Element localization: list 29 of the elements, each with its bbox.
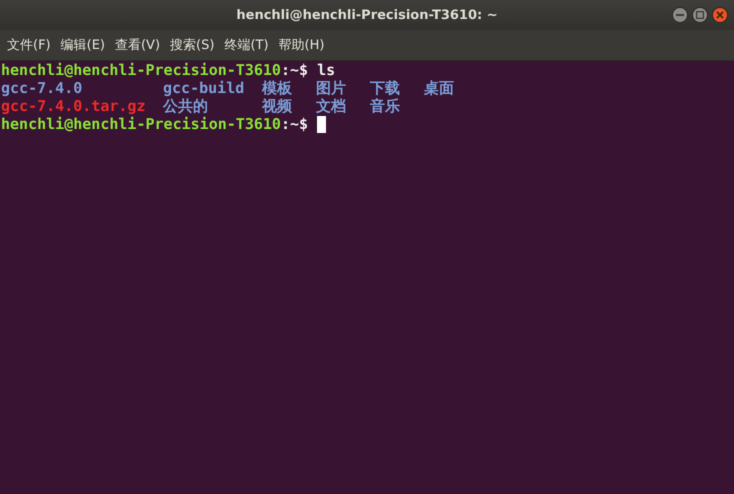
maximize-button[interactable] [692, 7, 708, 23]
menu-item[interactable]: 搜索(S) [165, 36, 220, 54]
prompt-path: :~$ [280, 115, 308, 133]
prompt-text: henchli@henchli-Precision-T3610 [1, 61, 281, 79]
file-name: gcc-7.4.0 [1, 79, 84, 97]
menu-item[interactable]: 编辑(E) [56, 36, 110, 54]
file-name: 音乐 [370, 97, 401, 115]
close-button[interactable] [712, 7, 728, 23]
file-name: gcc-7.4.0.tar.gz [1, 97, 146, 115]
file-name: 图片 [316, 79, 347, 97]
menu-item[interactable]: 文件(F) [2, 36, 56, 54]
prompt-text: henchli@henchli-Precision-T3610 [1, 115, 281, 133]
maximize-icon [696, 11, 704, 19]
file-name: 文档 [316, 97, 347, 115]
file-name: gcc-build [163, 79, 246, 97]
menu-item[interactable]: 查看(V) [110, 36, 166, 54]
command-text: ls [316, 61, 336, 79]
minimize-icon [676, 11, 684, 19]
prompt-path: :~$ [280, 61, 308, 79]
window-title: henchli@henchli-Precision-T3610: ~ [236, 8, 498, 22]
file-name: 视频 [262, 97, 293, 115]
menu-item[interactable]: 帮助(H) [274, 36, 330, 54]
file-name: 桌面 [424, 79, 455, 97]
file-name: 下载 [370, 79, 401, 97]
minimize-button[interactable] [672, 7, 688, 23]
file-name: 公共的 [163, 97, 209, 115]
menu-item[interactable]: 终端(T) [219, 36, 274, 54]
file-name: 模板 [262, 79, 293, 97]
close-icon [716, 11, 724, 19]
